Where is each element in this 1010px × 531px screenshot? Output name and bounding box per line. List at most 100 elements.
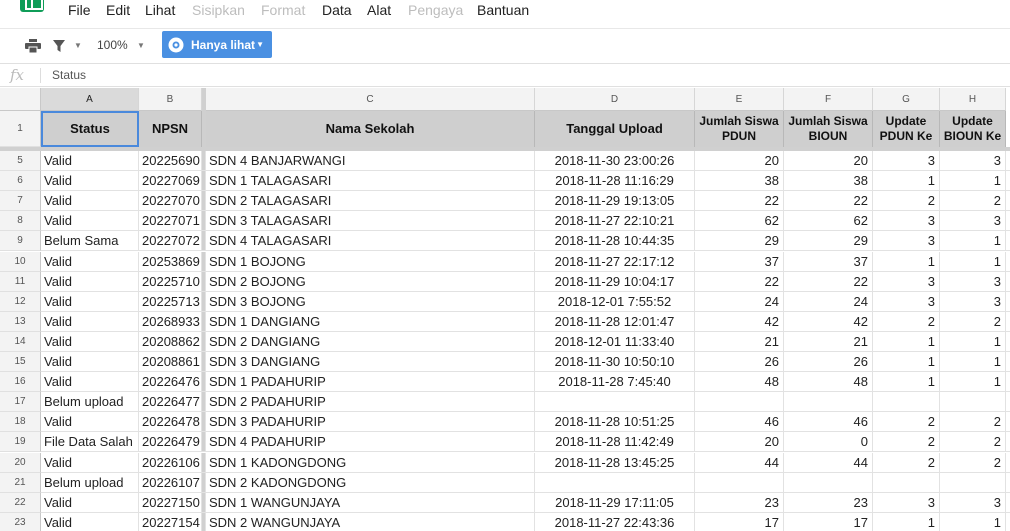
cell-update-bioun-ke[interactable]: 1	[940, 372, 1006, 392]
row-number[interactable]: 21	[0, 472, 41, 493]
cell-tanggal-upload[interactable]: 2018-11-27 22:17:12	[535, 251, 695, 271]
cell-npsn[interactable]: 20227069	[139, 171, 202, 191]
filter-dropdown-icon[interactable]: ▼	[74, 41, 82, 50]
cell-tanggal-upload[interactable]: 2018-11-28 7:45:40	[535, 372, 695, 392]
cell-tanggal-upload[interactable]	[535, 392, 695, 412]
cell-npsn[interactable]: 20226477	[139, 392, 202, 412]
column-header-h[interactable]: H	[940, 88, 1006, 111]
cell-nama-sekolah[interactable]: SDN 2 BOJONG	[206, 271, 535, 291]
row-number[interactable]: 15	[0, 352, 41, 373]
cell-update-bioun-ke[interactable]: 3	[940, 271, 1006, 291]
cell-status[interactable]: Valid	[41, 251, 139, 271]
row-number[interactable]: 7	[0, 191, 41, 212]
column-header-g[interactable]: G	[873, 88, 940, 111]
menu-view[interactable]: Lihat	[145, 2, 175, 18]
cell-update-bioun-ke[interactable]	[940, 392, 1006, 412]
row-number[interactable]: 14	[0, 331, 41, 352]
cell-update-pdun-ke[interactable]: 1	[873, 251, 940, 271]
cell-tanggal-upload[interactable]: 2018-11-28 11:16:29	[535, 171, 695, 191]
zoom-dropdown-icon[interactable]: ▼	[137, 41, 145, 50]
cell-update-pdun-ke[interactable]: 2	[873, 412, 940, 432]
cell-npsn[interactable]: 20227150	[139, 492, 202, 512]
cell-jumlah-siswa-pdun[interactable]: 23	[695, 492, 784, 512]
row-number[interactable]: 1	[0, 111, 41, 147]
cell-jumlah-siswa-pdun[interactable]: 62	[695, 211, 784, 231]
column-header-b[interactable]: B	[139, 88, 202, 111]
row-number[interactable]: 12	[0, 291, 41, 312]
cell-jumlah-siswa-bioun[interactable]: 21	[784, 331, 873, 351]
cell-nama-sekolah[interactable]: SDN 1 TALAGASARI	[206, 171, 535, 191]
cell-npsn[interactable]: 20208862	[139, 331, 202, 351]
cell-update-pdun-ke[interactable]	[873, 472, 940, 492]
cell-jumlah-siswa-pdun[interactable]	[695, 392, 784, 412]
cell-status[interactable]: Valid	[41, 331, 139, 351]
cell-nama-sekolah[interactable]: SDN 3 DANGIANG	[206, 352, 535, 372]
cell-update-pdun-ke[interactable]: 1	[873, 512, 940, 531]
cell-status[interactable]: Valid	[41, 352, 139, 372]
cell-update-bioun-ke[interactable]: 1	[940, 331, 1006, 351]
cell-tanggal-upload[interactable]: 2018-11-27 22:43:36	[535, 512, 695, 531]
cell-npsn[interactable]: 20227154	[139, 512, 202, 531]
cell-tanggal-upload[interactable]: 2018-11-28 12:01:47	[535, 311, 695, 331]
cell-tanggal-upload[interactable]: 2018-11-30 23:00:26	[535, 151, 695, 171]
cell-npsn[interactable]: 20208861	[139, 352, 202, 372]
sheets-logo-icon[interactable]	[20, 0, 44, 12]
cell-status[interactable]: Valid	[41, 412, 139, 432]
cell-update-pdun-ke[interactable]: 2	[873, 432, 940, 452]
cell-update-pdun-ke[interactable]: 3	[873, 492, 940, 512]
cell-tanggal-upload[interactable]: 2018-11-27 22:10:21	[535, 211, 695, 231]
cell-update-bioun-ke[interactable]: 3	[940, 211, 1006, 231]
cell-npsn[interactable]: 20225710	[139, 271, 202, 291]
row-number[interactable]: 17	[0, 392, 41, 413]
cell-jumlah-siswa-pdun[interactable]: 22	[695, 271, 784, 291]
cell-nama-sekolah[interactable]: SDN 4 TALAGASARI	[206, 231, 535, 251]
column-header-e[interactable]: E	[695, 88, 784, 111]
cell-npsn[interactable]: 20226107	[139, 472, 202, 492]
formula-input[interactable]: Status	[52, 68, 86, 82]
cell-jumlah-siswa-bioun[interactable]: 37	[784, 251, 873, 271]
cell-tanggal-upload[interactable]: 2018-11-30 10:50:10	[535, 352, 695, 372]
cell-update-bioun-ke[interactable]: 2	[940, 311, 1006, 331]
cell-update-bioun-ke[interactable]: 2	[940, 191, 1006, 211]
cell-update-pdun-ke[interactable]: 3	[873, 211, 940, 231]
row-number[interactable]: 9	[0, 231, 41, 252]
cell-npsn[interactable]: 20226478	[139, 412, 202, 432]
cell-npsn[interactable]: 20227072	[139, 231, 202, 251]
cell-jumlah-siswa-pdun[interactable]: 21	[695, 331, 784, 351]
cell-nama-sekolah[interactable]: SDN 1 BOJONG	[206, 251, 535, 271]
cell-update-pdun-ke[interactable]: 1	[873, 331, 940, 351]
cell-tanggal-upload[interactable]: 2018-12-01 11:33:40	[535, 331, 695, 351]
row-number[interactable]: 6	[0, 171, 41, 192]
cell-status[interactable]: Valid	[41, 492, 139, 512]
cell-jumlah-siswa-bioun[interactable]: 42	[784, 311, 873, 331]
row-number[interactable]: 16	[0, 372, 41, 393]
menu-data[interactable]: Data	[322, 2, 352, 18]
cell-jumlah-siswa-pdun[interactable]: 29	[695, 231, 784, 251]
cell-npsn[interactable]: 20225713	[139, 291, 202, 311]
cell-jumlah-siswa-pdun[interactable]: 20	[695, 432, 784, 452]
cell-tanggal-upload[interactable]: 2018-11-29 17:11:05	[535, 492, 695, 512]
header-update-pdun-ke[interactable]: Update PDUN Ke	[873, 111, 940, 147]
cell-jumlah-siswa-bioun[interactable]: 44	[784, 452, 873, 472]
cell-update-pdun-ke[interactable]: 2	[873, 311, 940, 331]
print-icon[interactable]	[25, 39, 41, 53]
cell-npsn[interactable]: 20226476	[139, 372, 202, 392]
cell-nama-sekolah[interactable]: SDN 4 PADAHURIP	[206, 432, 535, 452]
header-jumlah-siswa-pdun[interactable]: Jumlah Siswa PDUN	[695, 111, 784, 147]
cell-status[interactable]: Valid	[41, 372, 139, 392]
cell-npsn[interactable]: 20268933	[139, 311, 202, 331]
cell-nama-sekolah[interactable]: SDN 1 KADONGDONG	[206, 452, 535, 472]
header-npsn[interactable]: NPSN	[139, 111, 202, 147]
cell-jumlah-siswa-pdun[interactable]: 26	[695, 352, 784, 372]
cell-nama-sekolah[interactable]: SDN 3 BOJONG	[206, 291, 535, 311]
cell-update-pdun-ke[interactable]	[873, 392, 940, 412]
cell-update-bioun-ke[interactable]	[940, 472, 1006, 492]
cell-tanggal-upload[interactable]: 2018-11-28 11:42:49	[535, 432, 695, 452]
cell-update-pdun-ke[interactable]: 3	[873, 231, 940, 251]
cell-status[interactable]: Belum upload	[41, 472, 139, 492]
cell-update-bioun-ke[interactable]: 3	[940, 151, 1006, 171]
cell-jumlah-siswa-bioun[interactable]	[784, 392, 873, 412]
cell-jumlah-siswa-bioun[interactable]: 29	[784, 231, 873, 251]
cell-jumlah-siswa-bioun[interactable]: 0	[784, 432, 873, 452]
cell-nama-sekolah[interactable]: SDN 2 DANGIANG	[206, 331, 535, 351]
